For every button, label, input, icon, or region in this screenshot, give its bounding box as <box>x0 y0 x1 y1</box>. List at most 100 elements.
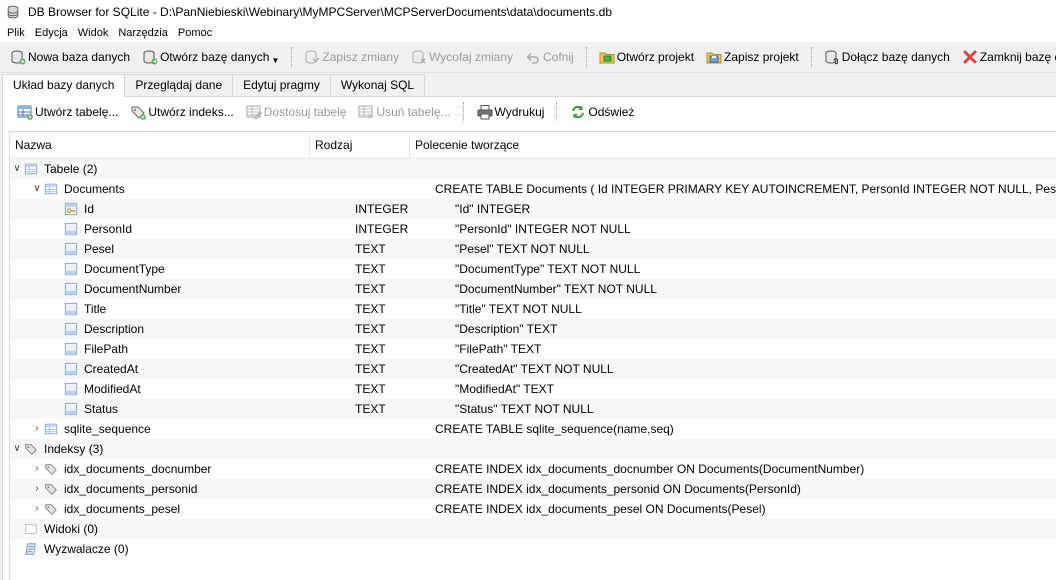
collapsed-chevron-icon[interactable]: › <box>30 499 44 519</box>
table-icon <box>44 183 58 195</box>
open-project-button[interactable]: Otwórz projekt <box>593 45 700 69</box>
tree-row-index[interactable]: › idx_documents_pesel CREATE INDEX idx_d… <box>10 499 1056 519</box>
field-icon <box>64 362 78 376</box>
expanded-chevron-icon[interactable]: ∨ <box>10 439 24 459</box>
tree-row-index[interactable]: › idx_documents_docnumber CREATE INDEX i… <box>10 459 1056 479</box>
tree-item-name: sqlite_sequence <box>64 422 151 436</box>
title-bar: DB Browser for SQLite - D:\PanNiebieski\… <box>0 0 1056 24</box>
tree-item-name: FilePath <box>84 342 129 356</box>
open-database-button[interactable]: Otwórz bazę danych ▼ <box>136 45 285 69</box>
tree-row-tables-group[interactable]: ∨ Tabele (2) <box>10 159 1056 179</box>
tree-row-field[interactable]: Status TEXT "Status" TEXT NOT NULL <box>10 399 1056 419</box>
tree-row-table-documents[interactable]: ∨ Documents CREATE TABLE Documents ( Id … <box>10 179 1056 199</box>
print-button[interactable]: Wydrukuj <box>471 100 551 124</box>
tree-row-field-id[interactable]: Id INTEGER "Id" INTEGER <box>10 199 1056 219</box>
save-changes-icon <box>305 50 320 64</box>
tree-item-name: CreatedAt <box>84 362 139 376</box>
tree-row-field[interactable]: ModifiedAt TEXT "ModifiedAt" TEXT <box>10 379 1056 399</box>
tree-item-type <box>310 159 410 179</box>
modify-table-button[interactable]: Dostosuj tabelę <box>240 100 353 124</box>
tree-row-field[interactable]: Description TEXT "Description" TEXT <box>10 319 1056 339</box>
tree-item-type: TEXT <box>355 262 386 276</box>
collapsed-chevron-icon[interactable]: › <box>30 459 44 479</box>
menu-edycja[interactable]: Edycja <box>30 27 73 39</box>
tree-item-sql <box>410 519 1056 539</box>
create-table-icon <box>17 105 33 120</box>
refresh-button[interactable]: Odśwież <box>564 100 640 124</box>
delete-table-label: Usuń tabelę... <box>376 105 451 119</box>
undo-label: Cofnij <box>543 50 574 64</box>
index-icon <box>45 504 57 515</box>
tree-item-sql: CREATE TABLE Documents ( Id INTEGER PRIM… <box>435 182 1056 196</box>
tree-row-field[interactable]: FilePath TEXT "FilePath" TEXT <box>10 339 1056 359</box>
refresh-label: Odśwież <box>588 105 635 119</box>
tab-database-structure[interactable]: Układ bazy danych <box>2 74 126 97</box>
save-changes-button[interactable]: Zapisz zmiany <box>298 45 405 69</box>
tree-item-sql: "DocumentType" TEXT NOT NULL <box>455 262 641 276</box>
tree-item-type <box>330 419 430 439</box>
attach-database-icon <box>825 50 838 65</box>
open-database-label: Otwórz bazę danych <box>160 50 270 64</box>
delete-table-icon <box>358 105 373 119</box>
tree-row-triggers-group[interactable]: Wyzwalacze (0) <box>10 539 1056 559</box>
tree-item-sql: "Id" INTEGER <box>455 202 531 216</box>
collapsed-chevron-icon[interactable]: › <box>30 479 44 499</box>
window-title: DB Browser for SQLite - D:\PanNiebieski\… <box>28 5 612 19</box>
new-database-button[interactable]: Nowa baza danych <box>4 45 136 69</box>
create-table-button[interactable]: Utwórz tabelę... <box>11 100 124 124</box>
tree-row-field[interactable]: DocumentNumber TEXT "DocumentNumber" TEX… <box>10 279 1056 299</box>
undo-icon <box>526 52 539 64</box>
tree-item-sql: "FilePath" TEXT <box>455 342 542 356</box>
close-database-button[interactable]: Zamknij bazę danych <box>956 45 1056 69</box>
tab-execute-sql[interactable]: Wykonaj SQL <box>329 74 426 96</box>
tree-row-field[interactable]: Pesel TEXT "Pesel" TEXT NOT NULL <box>10 239 1056 259</box>
tree-item-name: Pesel <box>84 242 115 256</box>
tree-row-index[interactable]: › idx_documents_personid CREATE INDEX id… <box>10 479 1056 499</box>
column-header-name[interactable]: Nazwa <box>10 132 310 158</box>
schema-tree[interactable]: Nazwa Rodzaj Polecenie tworzące ∨ Tabele… <box>9 131 1056 580</box>
tree-item-sql: "DocumentNumber" TEXT NOT NULL <box>455 282 657 296</box>
tree-item-name: idx_documents_docnumber <box>64 462 212 476</box>
tree-row-indexes-group[interactable]: ∨ Indeksy (3) <box>10 439 1056 459</box>
tree-item-sql <box>410 539 1056 559</box>
collapsed-chevron-icon[interactable]: › <box>30 419 44 439</box>
tree-row-table-sqlite-sequence[interactable]: › sqlite_sequence CREATE TABLE sqlite_se… <box>10 419 1056 439</box>
tab-edit-pragmas[interactable]: Edytuj pragmy <box>232 74 331 96</box>
tree-item-name: ModifiedAt <box>84 382 141 396</box>
create-index-button[interactable]: Utwórz indeks... <box>124 100 239 124</box>
tree-item-name: Wyzwalacze (0) <box>44 542 129 556</box>
tree-item-name: Status <box>84 402 119 416</box>
save-project-button[interactable]: Zapisz projekt <box>700 45 805 69</box>
column-header-sql[interactable]: Polecenie tworzące <box>410 132 1056 158</box>
modify-table-icon <box>246 105 262 119</box>
undo-button[interactable]: Cofnij <box>519 45 580 69</box>
tree-item-sql <box>410 439 1056 459</box>
delete-table-button[interactable]: Usuń tabelę... <box>352 100 456 124</box>
tab-browse-data[interactable]: Przeglądaj dane <box>124 74 234 96</box>
field-icon <box>64 222 78 236</box>
revert-changes-label: Wycofaj zmiany <box>429 50 513 64</box>
menu-widok[interactable]: Widok <box>73 27 114 39</box>
tree-item-name: Tabele (2) <box>44 162 98 176</box>
tree-row-field[interactable]: CreatedAt TEXT "CreatedAt" TEXT NOT NULL <box>10 359 1056 379</box>
tree-row-field[interactable]: PersonId INTEGER "PersonId" INTEGER NOT … <box>10 219 1056 239</box>
menu-narzedzia[interactable]: Narzędzia <box>113 27 173 39</box>
expanded-chevron-icon[interactable]: ∨ <box>10 159 24 179</box>
menu-plik[interactable]: Plik <box>2 27 30 39</box>
tree-row-field[interactable]: DocumentType TEXT "DocumentType" TEXT NO… <box>10 259 1056 279</box>
structure-toolbar: Utwórz tabelę... Utwórz indeks... Dostos… <box>3 97 1056 127</box>
tree-item-name: idx_documents_personid <box>64 482 198 496</box>
tree-item-sql: CREATE TABLE sqlite_sequence(name,seq) <box>435 422 674 436</box>
dropdown-caret-icon[interactable]: ▼ <box>271 56 279 65</box>
expanded-chevron-icon[interactable]: ∨ <box>30 179 44 199</box>
tree-item-type <box>330 499 430 519</box>
table-icon <box>44 423 58 435</box>
tree-row-field[interactable]: Title TEXT "Title" TEXT NOT NULL <box>10 299 1056 319</box>
revert-changes-button[interactable]: Wycofaj zmiany <box>405 45 519 69</box>
column-header-type[interactable]: Rodzaj <box>310 132 410 158</box>
tree-header: Nazwa Rodzaj Polecenie tworzące <box>10 132 1056 159</box>
menu-pomoc[interactable]: Pomoc <box>173 27 217 39</box>
attach-database-button[interactable]: Dołącz bazę danych <box>818 45 956 69</box>
tree-item-sql: "CreatedAt" TEXT NOT NULL <box>455 362 614 376</box>
tree-row-views-group[interactable]: Widoki (0) <box>10 519 1056 539</box>
